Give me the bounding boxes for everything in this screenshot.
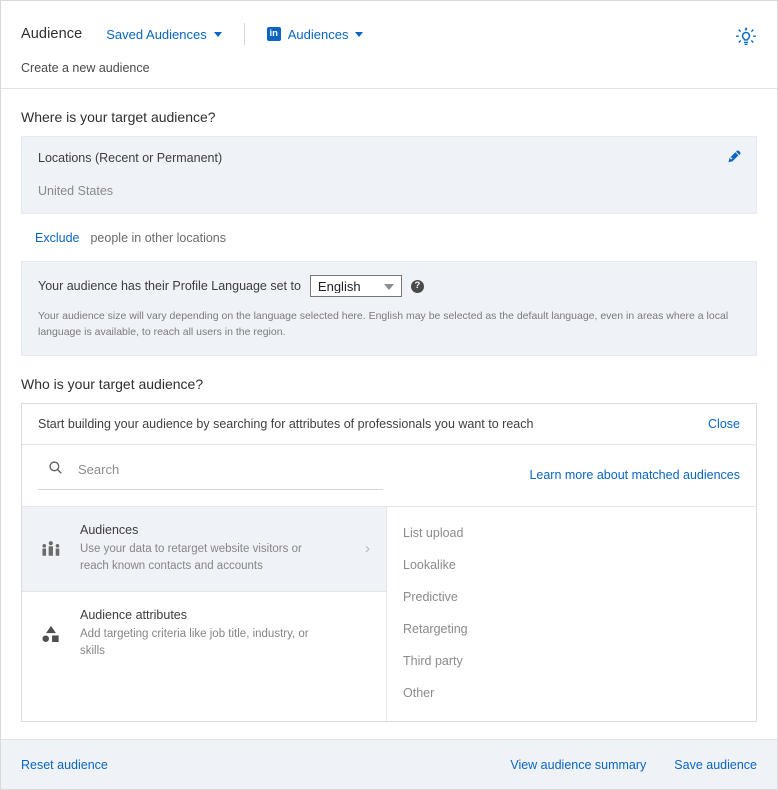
locations-value: United States bbox=[38, 184, 114, 198]
builder-option-audience-attributes[interactable]: Audience attributes Add targeting criter… bbox=[22, 591, 386, 677]
builder-option-description: Add targeting criteria like job title, i… bbox=[80, 628, 309, 658]
profile-language-panel: Your audience has their Profile Language… bbox=[21, 261, 757, 356]
sub-item-third-party[interactable]: Third party bbox=[387, 645, 756, 677]
locations-label: Locations (Recent or Permanent) bbox=[38, 151, 223, 165]
builder-categories: Audiences Use your data to retarget webs… bbox=[22, 506, 387, 721]
header-divider bbox=[243, 23, 245, 45]
sub-item-lookalike[interactable]: Lookalike bbox=[387, 549, 756, 581]
audience-section-title: Who is your target audience? bbox=[21, 375, 204, 392]
view-audience-summary-button[interactable]: View audience summary bbox=[510, 758, 646, 772]
language-select-wrap: English bbox=[309, 275, 402, 297]
lightbulb-icon[interactable] bbox=[735, 27, 757, 49]
audience-builder-page: Audience Saved Audiences in Audiences Cr… bbox=[0, 0, 778, 790]
builder-split: Audiences Use your data to retarget webs… bbox=[22, 505, 756, 721]
page-body: Where is your target audience? Locations… bbox=[1, 89, 777, 739]
search-field-wrap bbox=[38, 460, 383, 490]
audiences-menu-label: Audiences bbox=[287, 26, 349, 42]
shapes-icon bbox=[38, 624, 64, 644]
profile-language-note: Your audience size will vary depending o… bbox=[38, 310, 729, 339]
page-footer: Reset audience View audience summary Sav… bbox=[1, 739, 777, 789]
linkedin-logo-icon: in bbox=[266, 27, 281, 41]
profile-language-row: Your audience has their Profile Language… bbox=[38, 275, 740, 297]
page-header: Audience Saved Audiences in Audiences Cr… bbox=[1, 1, 777, 89]
builder-option-body: Audience attributes Add targeting criter… bbox=[80, 608, 354, 661]
search-input[interactable] bbox=[76, 461, 383, 479]
language-select[interactable]: English bbox=[309, 275, 402, 297]
saved-audiences-label: Saved Audiences bbox=[106, 26, 207, 42]
builder-option-title: Audiences bbox=[80, 522, 139, 537]
exclude-locations-text: people in other locations bbox=[90, 231, 226, 245]
chevron-right-icon: › bbox=[365, 540, 370, 558]
pencil-icon[interactable] bbox=[727, 149, 742, 169]
chevron-down-icon bbox=[213, 31, 222, 37]
builder-option-description: Use your data to retarget website visito… bbox=[80, 542, 302, 572]
search-icon bbox=[48, 460, 63, 480]
builder-option-body: Audiences Use your data to retarget webs… bbox=[80, 523, 349, 576]
sub-item-predictive[interactable]: Predictive bbox=[387, 581, 756, 613]
audiences-dropdown[interactable]: in Audiences bbox=[266, 26, 364, 42]
sub-item-list-upload[interactable]: List upload bbox=[387, 517, 756, 549]
builder-option-audiences[interactable]: Audiences Use your data to retarget webs… bbox=[22, 506, 386, 592]
location-exclude-row: Exclude people in other locations bbox=[35, 231, 757, 245]
locations-panel: Locations (Recent or Permanent) United S… bbox=[21, 136, 757, 214]
close-builder-link[interactable]: Close bbox=[708, 417, 740, 431]
question-icon[interactable]: ? bbox=[410, 279, 424, 293]
builder-prompt-text: Start building your audience by searchin… bbox=[38, 416, 534, 431]
save-audience-button[interactable]: Save audience bbox=[674, 758, 757, 772]
profile-language-label: Your audience has their Profile Language… bbox=[38, 279, 301, 293]
builder-subcategories: List upload Lookalike Predictive Retarge… bbox=[387, 507, 756, 721]
exclude-locations-link[interactable]: Exclude bbox=[35, 231, 79, 245]
saved-audiences-dropdown[interactable]: Saved Audiences bbox=[106, 26, 222, 42]
builder-prompt-row: Start building your audience by searchin… bbox=[22, 404, 756, 445]
sub-item-retargeting[interactable]: Retargeting bbox=[387, 613, 756, 645]
builder-option-title: Audience attributes bbox=[80, 608, 188, 623]
footer-actions: View audience summary Save audience bbox=[510, 758, 757, 772]
builder-search-row: Learn more about matched audiences bbox=[22, 445, 756, 490]
sub-item-other[interactable]: Other bbox=[387, 677, 756, 709]
header-row: Audience Saved Audiences in Audiences bbox=[21, 19, 757, 49]
page-title: Audience bbox=[21, 26, 83, 42]
learn-more-matched-audiences-link[interactable]: Learn more about matched audiences bbox=[529, 468, 740, 482]
location-section-title: Where is your target audience? bbox=[21, 109, 216, 125]
breadcrumb: Create a new audience bbox=[21, 61, 150, 75]
people-group-icon bbox=[38, 540, 64, 558]
audience-builder: Start building your audience by searchin… bbox=[21, 402, 757, 722]
reset-audience-button[interactable]: Reset audience bbox=[21, 758, 108, 772]
chevron-down-icon bbox=[355, 31, 364, 37]
